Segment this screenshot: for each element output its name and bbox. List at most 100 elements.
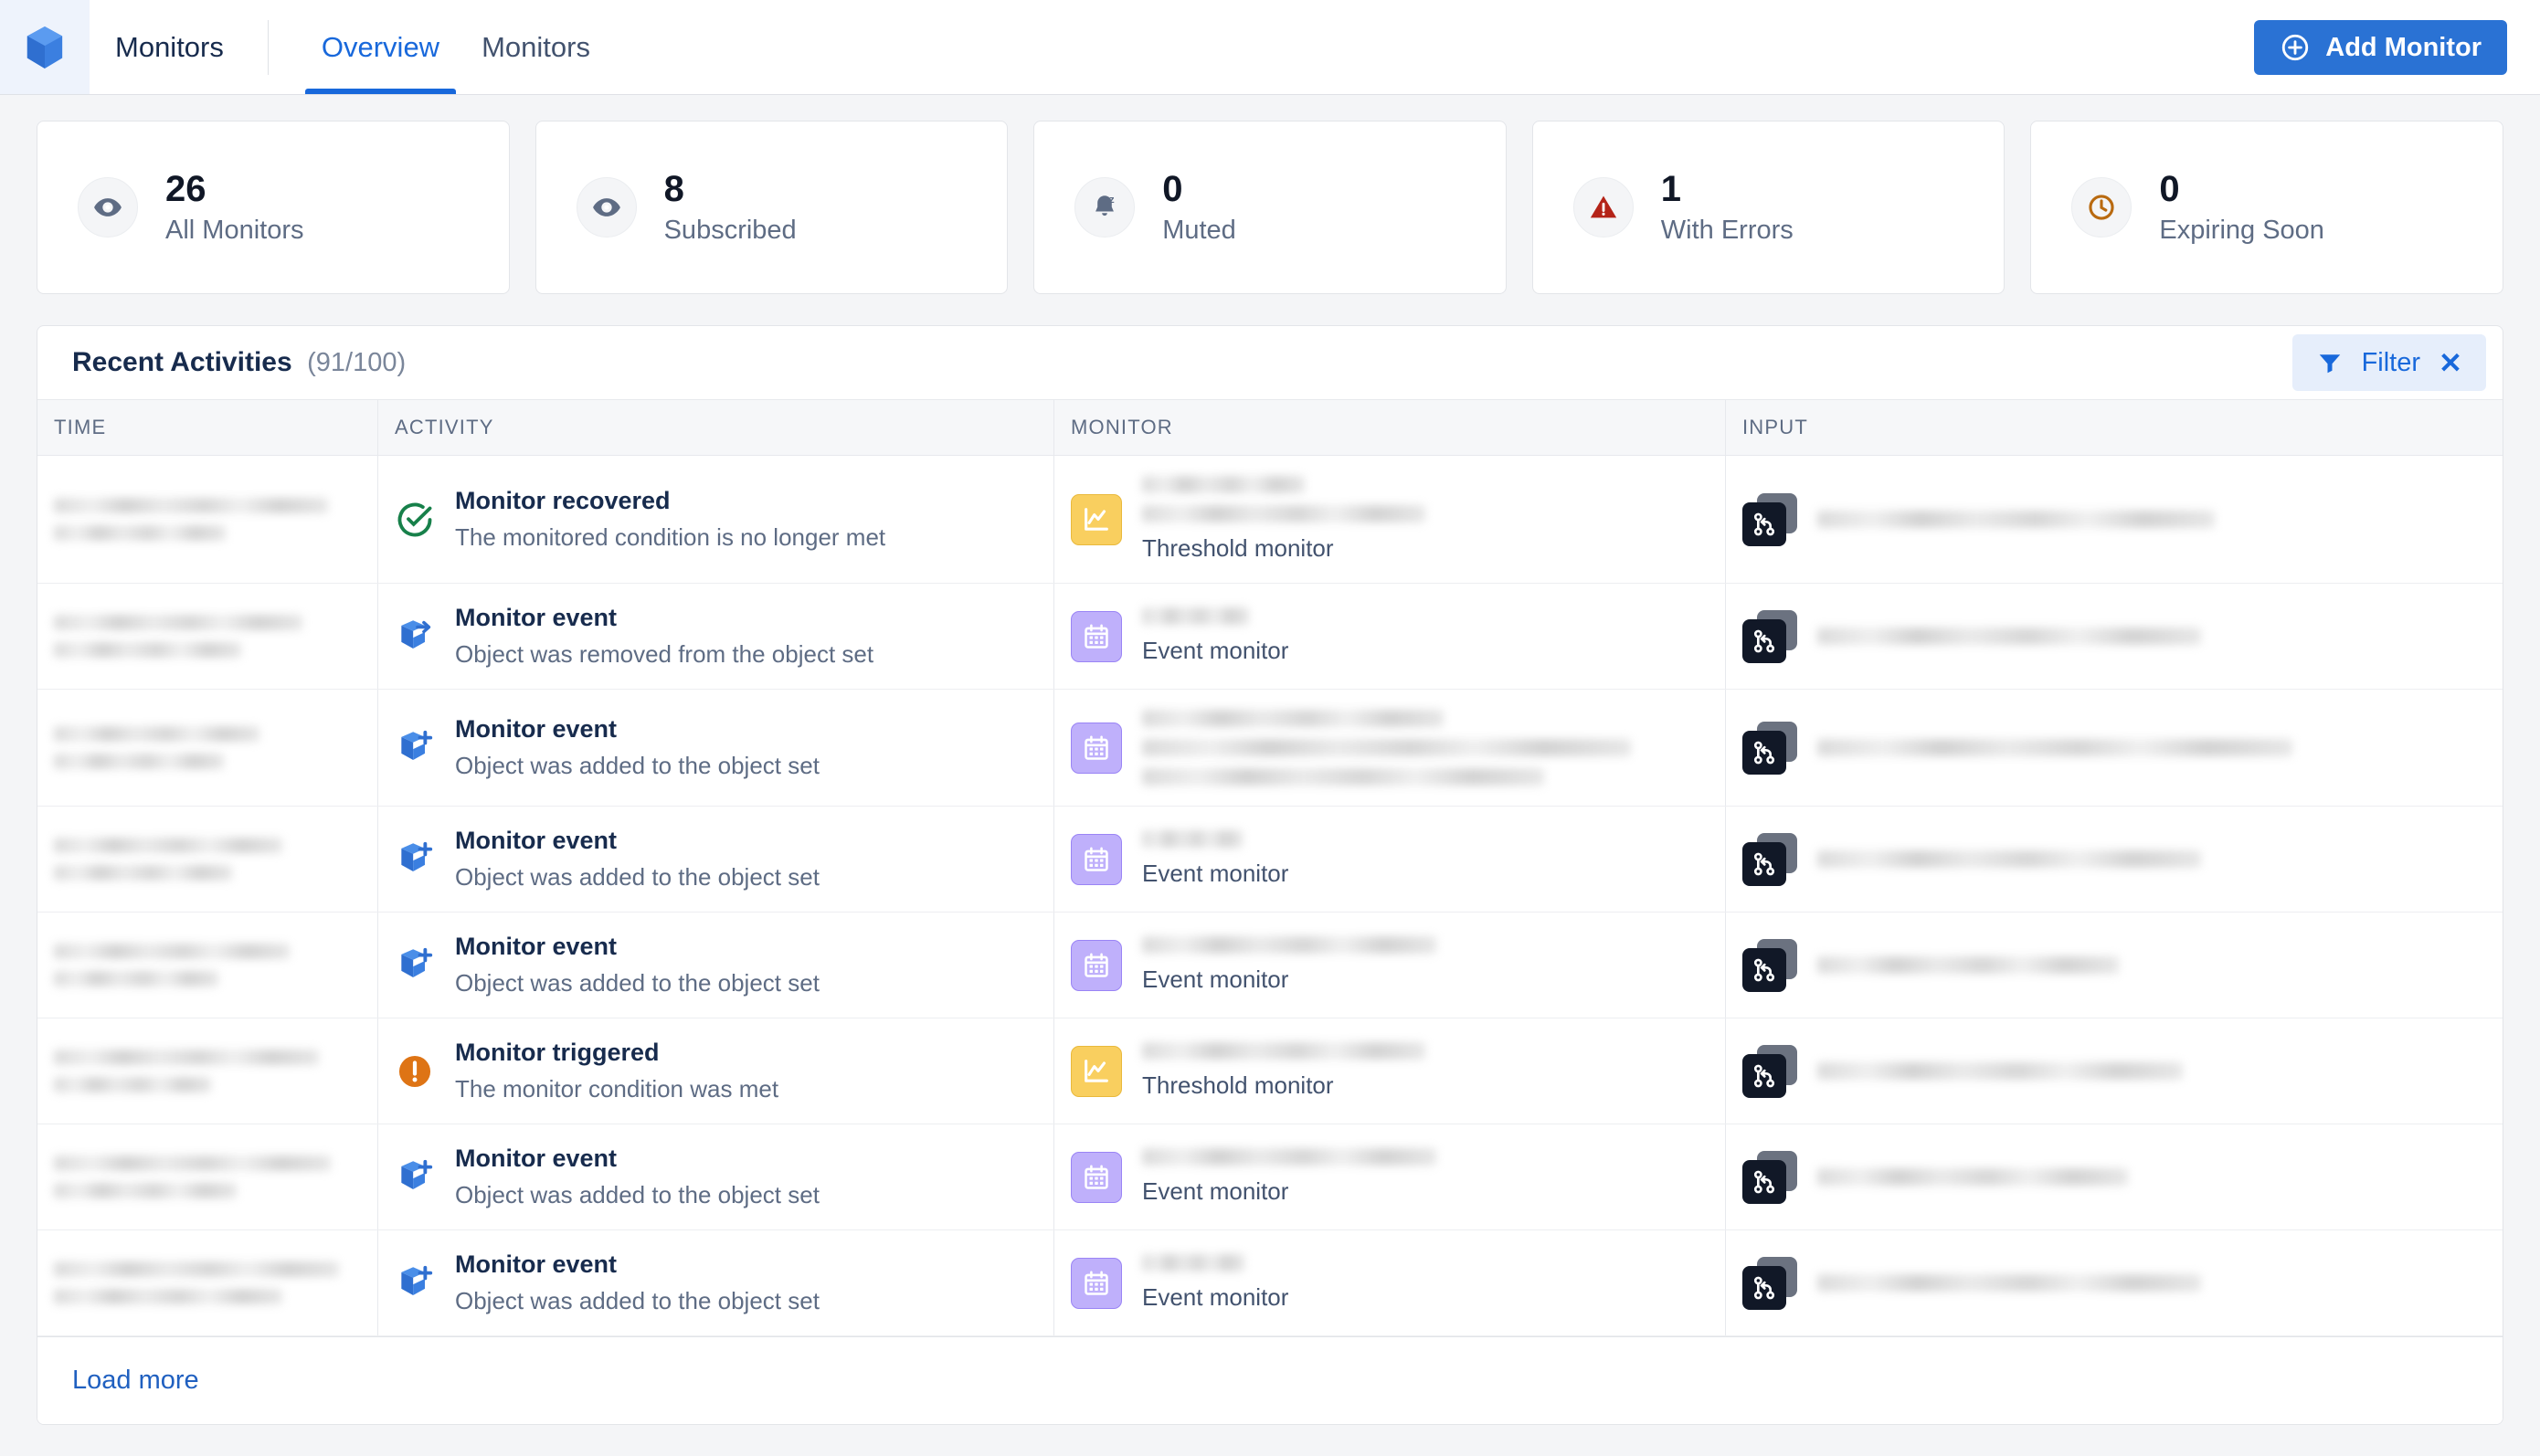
activity-text: Monitor event Object was added to the obj… (455, 827, 820, 892)
stat-label: All Monitors (165, 215, 304, 245)
cell-monitor: Event monitor (1054, 1124, 1726, 1229)
input-name-redacted (1817, 850, 2201, 868)
event-calendar-icon (1071, 939, 1122, 991)
activity-title: Monitor event (455, 827, 618, 854)
redacted-text (54, 1289, 282, 1304)
cell-activity: Monitor event Object was added to the obj… (378, 1124, 1054, 1229)
redacted-text (1817, 739, 2292, 756)
table-row[interactable]: Monitor event Object was added to the obj… (37, 807, 2503, 913)
cell-input (1726, 456, 2503, 583)
monitor-type-label: Event monitor (1142, 1177, 1289, 1205)
cell-monitor: Event monitor (1054, 1230, 1726, 1335)
monitor-name-redacted (1142, 505, 1425, 522)
table-row[interactable]: Monitor event Object was added to the obj… (37, 913, 2503, 1018)
time-value-redacted (54, 1261, 339, 1304)
monitor-name-redacted (1142, 607, 1249, 625)
time-value-redacted (54, 1155, 331, 1198)
redacted-text (54, 944, 290, 959)
activity-description: Object was removed from the object set (455, 640, 874, 668)
git-branch-icon (1742, 1256, 1797, 1310)
cell-input (1726, 1124, 2503, 1229)
monitor-name-redacted (1142, 1148, 1436, 1166)
svg-text:z: z (1109, 195, 1115, 206)
monitor-type-label: Threshold monitor (1142, 1071, 1334, 1099)
stat-card-all-monitors[interactable]: 26 All Monitors (37, 121, 510, 294)
cell-activity: Monitor event Object was added to the obj… (378, 690, 1054, 806)
box-remove-icon (395, 617, 435, 657)
cell-time (37, 1230, 378, 1335)
input-name-redacted (1817, 628, 2201, 645)
stat-value: 0 (2159, 168, 2180, 209)
cell-time (37, 913, 378, 1018)
cell-time (37, 584, 378, 689)
check-circle-icon (395, 500, 435, 540)
time-value-redacted (54, 1050, 319, 1092)
redacted-text (1817, 1168, 2128, 1186)
redacted-text (54, 754, 224, 769)
monitor-text: Threshold monitor (1142, 476, 1425, 563)
table-row[interactable]: Monitor event Object was removed from the… (37, 584, 2503, 690)
box-add-icon (395, 839, 435, 880)
close-icon[interactable]: ✕ (2439, 349, 2462, 377)
redacted-text (1817, 1062, 2183, 1080)
clock-icon (2071, 177, 2133, 237)
stat-card-subscribed[interactable]: 8 Subscribed (534, 121, 1009, 294)
table-row[interactable]: Monitor event Object was added to the obj… (37, 690, 2503, 807)
monitor-name-redacted (1142, 739, 1631, 756)
filter-button[interactable]: Filter ✕ (2291, 334, 2486, 391)
cell-input (1726, 807, 2503, 912)
table-row[interactable]: Monitor recovered The monitored condition… (37, 456, 2503, 584)
activities-table-body[interactable]: Monitor recovered The monitored condition… (37, 456, 2503, 1336)
activity-title: Monitor triggered (455, 1039, 660, 1066)
activity-title: Monitor event (455, 1145, 618, 1172)
column-header-input: INPUT (1742, 416, 1808, 438)
input-name-redacted (1817, 1062, 2183, 1080)
box-add-icon (395, 728, 435, 768)
cell-input (1726, 1018, 2503, 1124)
stat-label: Expiring Soon (2159, 215, 2324, 245)
monitor-text: Event monitor (1142, 936, 1436, 994)
cube-logo-icon[interactable] (0, 0, 90, 94)
load-more-link[interactable]: Load more (72, 1366, 199, 1396)
redacted-text (54, 1183, 237, 1198)
monitor-name-redacted (1142, 830, 1243, 848)
activity-description: Object was added to the object set (455, 752, 820, 779)
table-row[interactable]: Monitor triggered The monitor condition w… (37, 1018, 2503, 1124)
stat-card-muted[interactable]: z 0 Muted (1033, 121, 1507, 294)
tab-overview[interactable]: Overview (304, 0, 457, 94)
activity-title: Monitor event (455, 933, 618, 960)
input-name-redacted (1817, 511, 2215, 528)
add-monitor-button[interactable]: Add Monitor (2254, 20, 2507, 75)
table-row[interactable]: Monitor event Object was added to the obj… (37, 1230, 2503, 1336)
activity-text: Monitor event Object was added to the obj… (455, 715, 820, 780)
column-header-activity: ACTIVITY (378, 399, 1054, 456)
cell-input (1726, 584, 2503, 689)
cell-activity: Monitor event Object was added to the obj… (378, 913, 1054, 1018)
cell-activity: Monitor triggered The monitor condition w… (378, 1018, 1054, 1124)
tab-monitors[interactable]: Monitors (465, 0, 607, 94)
plus-circle-icon (2280, 32, 2311, 63)
monitor-name-redacted (1142, 768, 1544, 786)
input-name-redacted (1817, 1168, 2128, 1186)
filter-label: Filter (2361, 347, 2421, 377)
stat-value: 8 (663, 168, 684, 209)
monitor-name-redacted (1142, 1042, 1425, 1060)
redacted-text (54, 1261, 339, 1277)
stat-card-with-errors[interactable]: 1 With Errors (1531, 121, 2006, 294)
stat-value: 1 (1660, 168, 1682, 209)
activity-text: Monitor event Object was added to the obj… (455, 1145, 820, 1209)
cell-time (37, 456, 378, 583)
cell-monitor: Event monitor (1054, 584, 1726, 689)
monitor-type-label: Event monitor (1142, 637, 1289, 664)
table-row[interactable]: Monitor event Object was added to the obj… (37, 1124, 2503, 1230)
input-name-redacted (1817, 1274, 2201, 1292)
activity-title: Monitor event (455, 604, 618, 631)
stat-card-expiring-soon[interactable]: 0 Expiring Soon (2030, 121, 2503, 294)
activity-description: Object was added to the object set (455, 1181, 820, 1208)
activity-description: Object was added to the object set (455, 1287, 820, 1314)
recent-activities-panel: Recent Activities (91/100) Filter ✕ TIME… (37, 325, 2503, 1425)
activity-description: The monitor condition was met (455, 1075, 779, 1103)
event-calendar-icon (1071, 833, 1122, 885)
cell-monitor: Threshold monitor (1054, 456, 1726, 583)
column-header-monitor: MONITOR (1054, 399, 1726, 456)
